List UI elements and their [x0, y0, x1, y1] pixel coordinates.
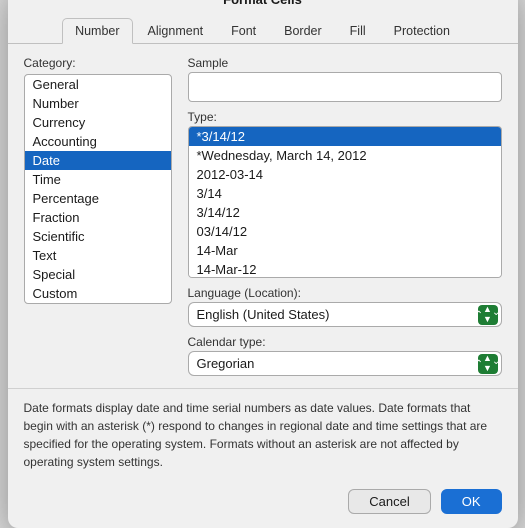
tab-protection[interactable]: Protection — [381, 18, 463, 44]
tab-fill[interactable]: Fill — [337, 18, 379, 44]
tabs-bar: NumberAlignmentFontBorderFillProtection — [8, 13, 518, 44]
content-area: Category: GeneralNumberCurrencyAccountin… — [8, 44, 518, 388]
description-text: Date formats display date and time seria… — [24, 401, 488, 469]
description-area: Date formats display date and time seria… — [8, 388, 518, 481]
category-item-custom[interactable]: Custom — [25, 284, 171, 303]
dialog-title: Format Cells — [8, 0, 518, 13]
type-list[interactable]: *3/14/12*Wednesday, March 14, 20122012-0… — [188, 126, 502, 278]
language-section: Language (Location): English (United Sta… — [188, 286, 502, 327]
category-item-time[interactable]: Time — [25, 170, 171, 189]
right-panel: Sample Type: *3/14/12*Wednesday, March 1… — [188, 56, 502, 376]
category-item-accounting[interactable]: Accounting — [25, 132, 171, 151]
category-item-currency[interactable]: Currency — [25, 113, 171, 132]
tab-border[interactable]: Border — [271, 18, 335, 44]
category-item-text[interactable]: Text — [25, 246, 171, 265]
type-item[interactable]: 3/14 — [189, 184, 501, 203]
sample-section: Sample — [188, 56, 502, 102]
category-list: GeneralNumberCurrencyAccountingDateTimeP… — [24, 74, 172, 304]
type-label: Type: — [188, 110, 502, 124]
category-item-percentage[interactable]: Percentage — [25, 189, 171, 208]
type-item[interactable]: *3/14/12 — [189, 127, 501, 146]
left-panel: Category: GeneralNumberCurrencyAccountin… — [24, 56, 172, 376]
language-label: Language (Location): — [188, 286, 502, 300]
language-select[interactable]: English (United States) — [188, 302, 502, 327]
category-item-date[interactable]: Date — [25, 151, 171, 170]
category-label: Category: — [24, 56, 172, 70]
language-select-wrapper: English (United States) ▲ ▼ — [188, 302, 502, 327]
format-cells-dialog: Format Cells NumberAlignmentFontBorderFi… — [8, 0, 518, 528]
calendar-section: Calendar type: Gregorian ▲ ▼ — [188, 335, 502, 376]
calendar-select-wrapper: Gregorian ▲ ▼ — [188, 351, 502, 376]
type-item[interactable]: 14-Mar-12 — [189, 260, 501, 278]
tab-font[interactable]: Font — [218, 18, 269, 44]
ok-button[interactable]: OK — [441, 489, 502, 514]
calendar-label: Calendar type: — [188, 335, 502, 349]
tab-alignment[interactable]: Alignment — [135, 18, 217, 44]
cancel-button[interactable]: Cancel — [348, 489, 430, 514]
tab-number[interactable]: Number — [62, 18, 132, 44]
type-item[interactable]: 14-Mar — [189, 241, 501, 260]
category-item-special[interactable]: Special — [25, 265, 171, 284]
sample-label: Sample — [188, 56, 502, 70]
type-section: Type: *3/14/12*Wednesday, March 14, 2012… — [188, 110, 502, 278]
type-item[interactable]: 2012-03-14 — [189, 165, 501, 184]
calendar-select[interactable]: Gregorian — [188, 351, 502, 376]
type-item[interactable]: 3/14/12 — [189, 203, 501, 222]
type-item[interactable]: 03/14/12 — [189, 222, 501, 241]
category-item-scientific[interactable]: Scientific — [25, 227, 171, 246]
sample-box — [188, 72, 502, 102]
category-item-fraction[interactable]: Fraction — [25, 208, 171, 227]
type-item[interactable]: *Wednesday, March 14, 2012 — [189, 146, 501, 165]
category-item-general[interactable]: General — [25, 75, 171, 94]
button-bar: Cancel OK — [8, 481, 518, 528]
category-item-number[interactable]: Number — [25, 94, 171, 113]
